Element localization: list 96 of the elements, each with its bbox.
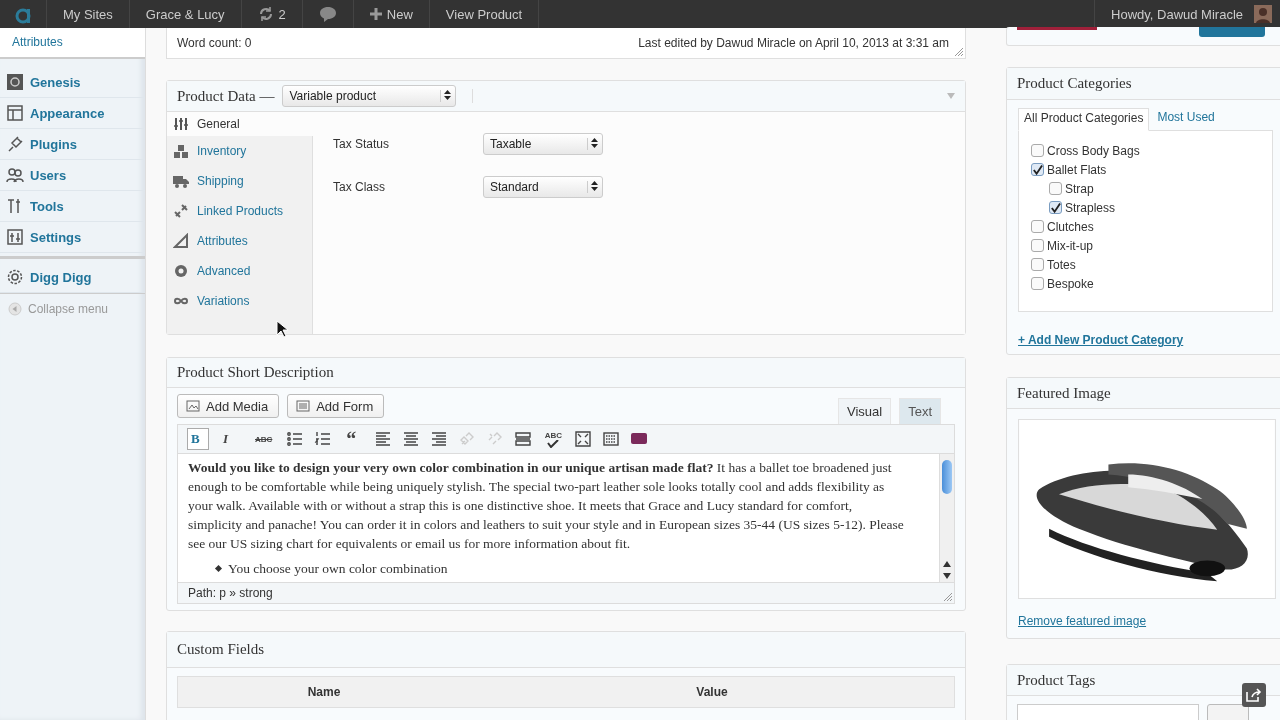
align-right-icon[interactable] xyxy=(430,430,449,448)
strike-button[interactable]: ABC xyxy=(251,428,277,450)
category-tab[interactable]: Most Used xyxy=(1152,108,1220,130)
category-label: Bespoke xyxy=(1047,276,1094,291)
plug-icon xyxy=(6,135,24,153)
menu-item[interactable]: Settings xyxy=(0,222,145,253)
add-form-button[interactable]: Add Form xyxy=(287,394,385,418)
checkbox[interactable] xyxy=(1031,277,1044,290)
field-label: Tax Status xyxy=(333,136,391,151)
plus-icon xyxy=(369,8,382,20)
checkbox[interactable] xyxy=(1031,258,1044,271)
product-data-tab[interactable]: Linked Products xyxy=(167,196,312,226)
updown-arrows-icon xyxy=(591,137,598,148)
category-label: Ballet Flats xyxy=(1047,162,1107,177)
read-more-icon[interactable] xyxy=(514,430,533,448)
remove-image-link[interactable]: Remove featured image xyxy=(1018,614,1147,628)
word-count: Word count: 0 xyxy=(177,36,252,50)
add-category-link[interactable]: + Add New Product Category xyxy=(1018,333,1184,347)
genesis-icon xyxy=(6,73,24,91)
panel-title: Featured Image xyxy=(1017,384,1111,402)
product-data-tab[interactable]: Advanced xyxy=(167,256,312,286)
column-header: Value xyxy=(695,684,729,701)
panel-title: Product Categories xyxy=(1017,75,1132,92)
bold-button[interactable]: B xyxy=(187,428,209,450)
quote-button[interactable]: “ xyxy=(342,428,365,450)
panel-title: Custom Fields xyxy=(177,641,265,658)
share-icon[interactable] xyxy=(1242,683,1266,707)
image-icon xyxy=(186,399,200,413)
updown-arrows-icon xyxy=(444,90,452,100)
product-data-tab[interactable]: General xyxy=(167,112,313,136)
resize-handle[interactable] xyxy=(943,592,952,601)
form-icon xyxy=(296,399,311,413)
collapse-toggle-icon[interactable] xyxy=(947,93,955,99)
product-data-tab[interactable]: Variations xyxy=(167,286,312,316)
link-icon xyxy=(173,203,189,219)
menu-item[interactable]: Plugins xyxy=(0,129,145,160)
product-data-tab[interactable]: Inventory xyxy=(167,136,312,166)
layout-icon xyxy=(6,104,24,122)
category-tab[interactable]: All Product Categories xyxy=(1018,108,1150,131)
keyboard-icon[interactable] xyxy=(602,430,621,448)
menu-item[interactable]: Genesis xyxy=(0,67,145,98)
category-label: Cross Body Bags xyxy=(1047,143,1140,158)
numbered-list-icon[interactable] xyxy=(314,430,333,448)
panel-title: Product Data — xyxy=(177,87,275,105)
align-left-icon[interactable] xyxy=(374,430,393,448)
category-label: Mix-it-up xyxy=(1047,238,1093,253)
submenu-item[interactable]: Attributes xyxy=(0,28,145,59)
spell-button[interactable]: ABC xyxy=(542,428,565,450)
category-label: Clutches xyxy=(1047,219,1094,234)
element-path: Path: p » strong xyxy=(188,586,273,600)
bullet-list-icon[interactable] xyxy=(286,430,305,448)
field-label: Tax Class xyxy=(333,179,386,194)
menu-item[interactable]: Tools xyxy=(0,191,145,222)
checkbox[interactable] xyxy=(1031,144,1044,157)
bullet-item: You choose your own color combination xyxy=(215,559,448,578)
product-type-select[interactable]: Variable product xyxy=(282,85,457,107)
updown-arrows-icon xyxy=(591,180,598,191)
italic-button[interactable]: I xyxy=(219,428,241,450)
category-label: Totes xyxy=(1047,257,1076,272)
checkbox[interactable] xyxy=(1031,163,1044,176)
fullscreen-icon[interactable] xyxy=(574,430,593,448)
gear-icon xyxy=(173,263,189,279)
column-header: Name xyxy=(306,684,342,701)
dropdown-select[interactable]: Standard xyxy=(483,175,603,198)
menu-item[interactable]: Appearance xyxy=(0,98,145,129)
triangle-icon xyxy=(173,233,189,249)
checkbox[interactable] xyxy=(1049,201,1062,214)
product-data-tab[interactable]: Attributes xyxy=(167,226,312,256)
description-paragraph: Would you like to design your very own color combination in our unique artisan made flat? It has a ballet toe broadened just enough to be comfortable while being uniquely stylish. The special two-part leather sole looks totally cool and adds flexibility as your walk. Available with or without a strap this is one distinctive shoe. It meets that Grace and Lucy standard for comfort, simplicity and panache! You can order it in colors and leathers to suit your style and in European sizes 35-44 (US sizes 5-12). Please see our US sizing chart for equivalents or email us for more information about fit. xyxy=(188,459,905,553)
product-data-tab[interactable]: Shipping xyxy=(167,166,312,196)
boxes-icon xyxy=(173,143,189,159)
resize-handle[interactable] xyxy=(954,47,963,56)
checkmark-icon xyxy=(546,439,561,448)
category-label: Strap xyxy=(1065,181,1094,196)
panel-title: Product Tags xyxy=(1017,671,1096,689)
menu-item[interactable]: Users xyxy=(0,160,145,191)
users-icon xyxy=(6,166,24,184)
category-label: Strapless xyxy=(1065,200,1116,215)
last-edited-text: Last edited by Dawud Miracle on April 10, 2013 at 3:31 am xyxy=(638,36,949,50)
add-media-button[interactable]: Add Media xyxy=(177,394,280,418)
checkbox[interactable] xyxy=(1049,182,1062,195)
scroll-thumb[interactable] xyxy=(942,460,952,494)
truck-icon xyxy=(173,173,189,189)
gear-icon xyxy=(6,268,24,286)
align-center-icon[interactable] xyxy=(402,430,421,448)
panel-title: Product Short Description xyxy=(177,364,334,381)
editor-mode-tab[interactable]: Visual xyxy=(837,398,892,424)
scrollbar[interactable] xyxy=(939,454,954,582)
sliders-icon xyxy=(173,116,189,132)
dropdown-select[interactable]: Taxable xyxy=(483,132,603,155)
avatar-icon xyxy=(1254,5,1272,23)
refresh-icon xyxy=(257,6,274,22)
checkbox[interactable] xyxy=(1031,239,1044,252)
sliders-icon xyxy=(6,228,24,246)
editor-mode-tab[interactable]: Text xyxy=(899,398,941,424)
checkbox[interactable] xyxy=(1031,220,1044,233)
